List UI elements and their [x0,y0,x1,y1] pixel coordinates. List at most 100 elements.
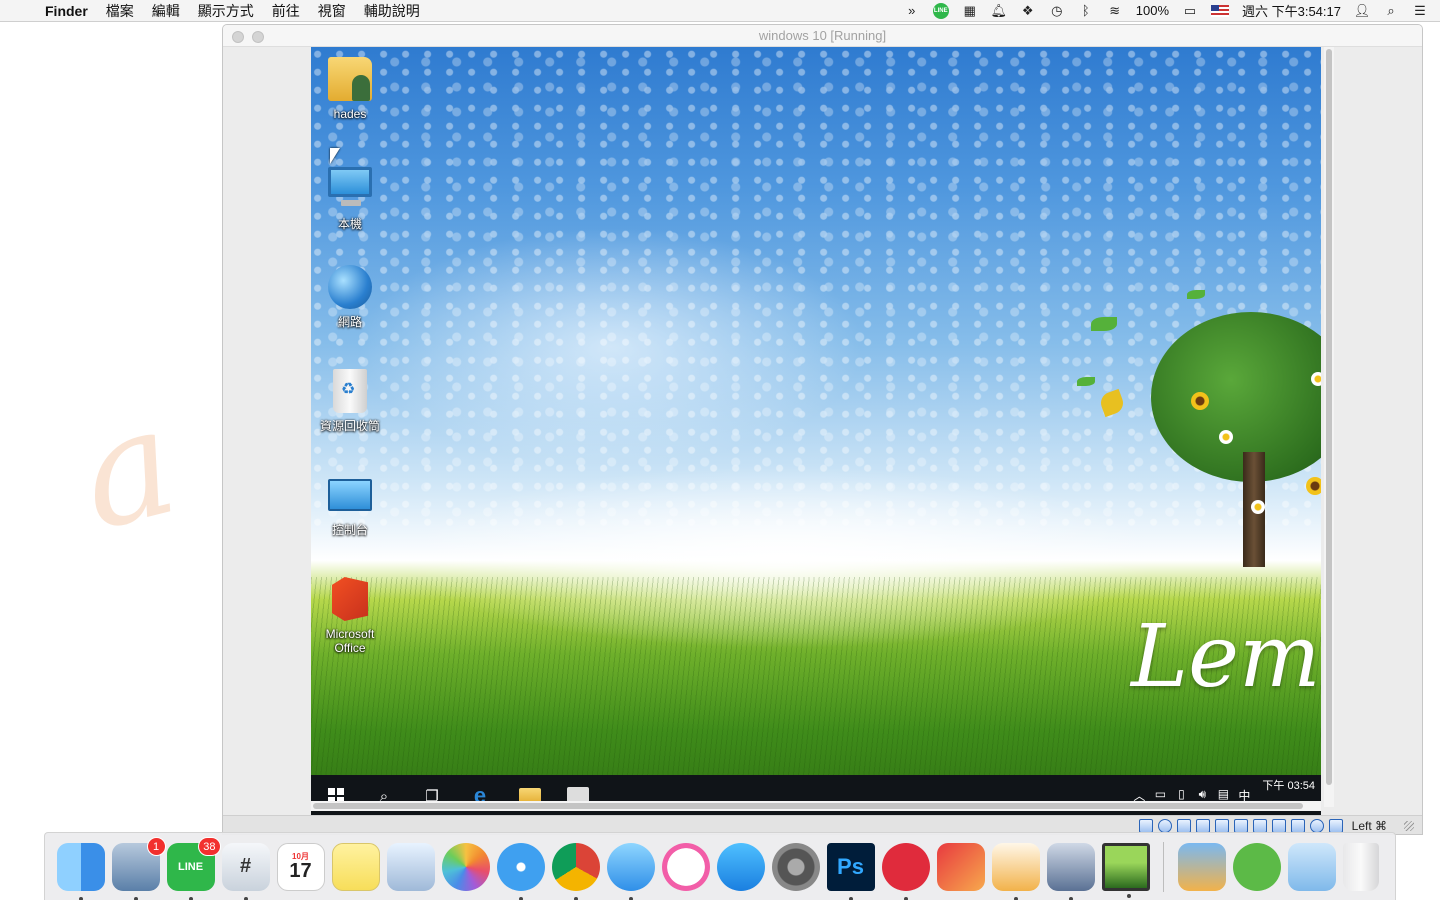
tray-device-icon[interactable]: ▭ [1153,787,1167,801]
audio-icon[interactable] [1176,818,1191,833]
dock-screenshot-icon[interactable] [1101,842,1150,898]
dock-pages-icon[interactable] [991,842,1040,900]
dock-preview-icon[interactable]: 1 [111,836,166,900]
grid-icon[interactable]: ▦ [962,3,978,19]
time-machine-icon[interactable]: ◷ [1049,3,1065,19]
dock-keynote-icon[interactable] [1177,842,1226,891]
mouse-integration-icon[interactable] [1328,818,1343,833]
bluetooth-icon[interactable]: ᛒ [1078,3,1094,19]
guest-desktop[interactable]: hades 本機 網路 資源回收筒 控制台 Microsoft Office [311,47,1321,825]
desktop-icon-label: 控制台 [331,523,368,537]
leaf-icon [1187,290,1205,299]
vertical-scrollbar[interactable] [1324,47,1334,807]
dock-safari-icon[interactable] [496,842,545,900]
wifi-icon[interactable]: ≋ [1107,3,1123,19]
leaf-icon [1077,377,1095,386]
line-icon[interactable]: LINE [932,2,949,19]
desktop-icon-control-panel[interactable]: 控制台 [315,473,385,537]
battery-icon[interactable]: ▭ [1182,3,1198,19]
shared-folder-icon[interactable] [1233,818,1248,833]
hard-disk-icon[interactable] [1138,818,1153,833]
wallpaper-brand-text: Leme [1131,607,1321,707]
flower-icon [1306,477,1321,495]
desktop-icon-office[interactable]: Microsoft Office [315,577,385,655]
host-key-label[interactable]: Left ⌘ [1352,819,1387,833]
tray-network-icon[interactable]: ▯ [1174,787,1188,801]
dock-itunes-icon[interactable] [661,842,710,891]
desktop-icon-network[interactable]: 網路 [315,265,385,329]
desktop-icon-this-pc[interactable]: 本機 [315,161,385,231]
dock: 1 LINE 38 # 10月 17 Ps [44,832,1396,900]
menu-edit[interactable]: 編輯 [143,0,189,22]
menu-bar: Finder 檔案 編輯 顯示方式 前往 視窗 輔助說明 » LINE ▦ 🔔︎… [0,0,1440,22]
user-folder-icon [328,57,372,101]
notification-center-icon[interactable]: ☰ [1412,3,1428,19]
dock-downloads-folder-icon[interactable] [1287,842,1336,891]
display-icon[interactable] [1252,818,1267,833]
dock-trash-icon[interactable] [1342,842,1379,891]
spotlight-search-icon[interactable]: ⌕ [1383,3,1399,19]
network-adapter-icon[interactable] [1195,818,1210,833]
dock-photos-icon[interactable] [441,842,490,891]
menu-window[interactable]: 視窗 [309,0,355,22]
menu-help[interactable]: 輔助說明 [355,0,429,22]
desktop-icon-label: 資源回收筒 [319,419,380,433]
flower-icon [1311,372,1321,386]
vm-titlebar[interactable]: windows 10 [Running] [223,25,1422,47]
dock-line-icon[interactable]: LINE 38 [166,836,221,900]
horizontal-scrollbar[interactable] [311,801,1321,811]
dock-line-label: LINE [177,860,204,873]
video-capture-icon[interactable] [1271,818,1286,833]
bell-icon[interactable]: 🔔︎ [991,3,1008,19]
tray-notification-icon[interactable]: ▤ [1216,787,1230,801]
vm-window: windows 10 [Running] hades 本機 網路 資源回收筒 控… [222,24,1423,835]
dropbox-icon[interactable]: ❖ [1020,3,1036,19]
desktop-icon-label: Microsoft Office [325,627,375,655]
dock-notes-icon[interactable] [331,842,380,891]
dock-downloads-cloud-icon[interactable] [1232,842,1281,891]
guest-additions-icon[interactable] [1309,818,1324,833]
recycle-bin-icon [333,369,367,413]
menu-go[interactable]: 前往 [263,0,309,22]
dock-photoshop-icon[interactable]: Ps [826,842,875,900]
menu-app-name[interactable]: Finder [36,0,97,22]
vm-window-title: windows 10 [Running] [758,28,887,43]
windows-clock[interactable]: 下午 03:54 [1262,779,1315,793]
network-icon [328,265,372,309]
menu-file[interactable]: 檔案 [97,0,143,22]
tray-volume-icon[interactable]: 🔊︎ [1195,787,1209,802]
dock-books-icon[interactable] [936,842,985,891]
calendar-day: 17 [289,860,312,882]
status-area: » LINE ▦ 🔔︎ ❖ ◷ ᛒ ≋ 100% ▭ 週六 下午3:54:17 … [904,1,1440,20]
dock-messages-icon[interactable] [606,842,655,900]
desktop-icon-label: 網路 [337,315,362,329]
optical-drive-icon[interactable] [1157,818,1172,833]
dock-virtualbox-icon[interactable] [1046,842,1095,900]
airserver-icon[interactable]: » [904,3,920,19]
menu-view[interactable]: 顯示方式 [189,0,263,22]
desktop-icon-recycle-bin[interactable]: 資源回收筒 [315,369,385,433]
leaf-icon [1091,317,1117,331]
user-icon[interactable]: 👤︎ [1354,3,1371,19]
dock-slack-icon[interactable]: # [221,842,270,900]
input-source-flag-icon[interactable] [1211,4,1229,17]
dock-preview-photos-icon[interactable] [386,842,435,891]
cpu-icon[interactable] [1290,818,1305,833]
mouse-cursor-icon [330,148,340,164]
desktop-icon-hades[interactable]: hades [315,57,385,121]
dock-badge: 1 [146,836,166,856]
dock-finder-icon[interactable] [56,842,105,900]
dock-system-preferences-icon[interactable] [771,842,820,891]
desktop-wallpaper-glyph: a [67,375,193,549]
menubar-clock[interactable]: 週六 下午3:54:17 [1242,1,1341,20]
usb-icon[interactable] [1214,818,1229,833]
dock-app-store-icon[interactable] [716,842,765,891]
battery-percent: 100% [1135,3,1169,18]
dock-airmail-icon[interactable] [881,842,930,900]
resize-grip-icon[interactable] [1404,820,1414,831]
dock-badge: 38 [198,836,221,856]
dock-chrome-icon[interactable] [551,842,600,900]
dock-calendar-icon[interactable]: 10月 17 [276,842,325,891]
this-pc-icon [328,167,372,206]
wallpaper-tree [1151,312,1321,572]
